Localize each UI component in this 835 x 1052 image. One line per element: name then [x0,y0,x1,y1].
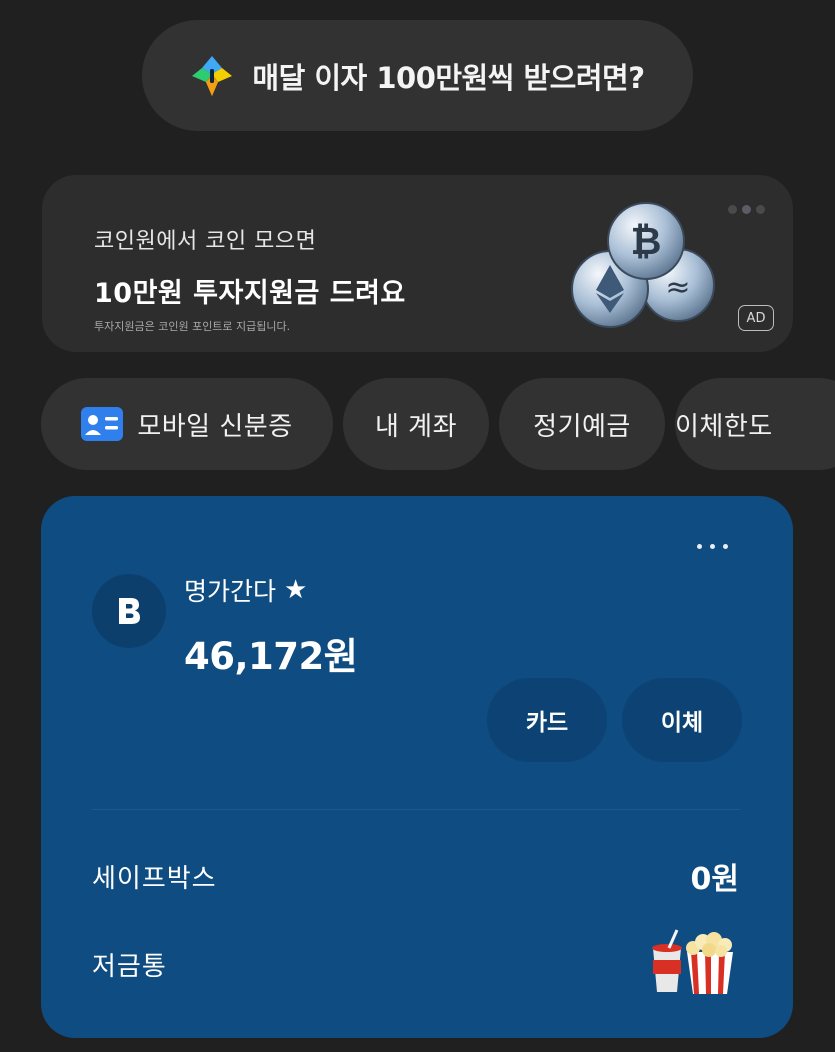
safebox-value: 0원 [690,862,739,897]
chip-my-account[interactable]: 내 계좌 [343,378,489,470]
star-icon[interactable]: ★ [284,575,307,605]
piggybank-label[interactable]: 저금통 [92,946,167,983]
transfer-button[interactable]: 이체 [622,678,742,762]
svg-text:≈: ≈ [665,270,690,305]
crypto-coins-image: ≈ ₿ [571,202,715,328]
ad-disclaimer: 투자지원금은 코인원 포인트로 지급됩니다. [94,320,291,333]
chip-transfer-limit[interactable]: 이체한도 [675,378,835,470]
coinone-ad-banner[interactable]: 코인원에서 코인 모으면 10만원 투자지원금 드려요 투자지원금은 코인원 포… [42,175,793,352]
bank-logo [92,574,166,648]
chip-label: 모바일 신분증 [137,411,293,442]
chip-label: 내 계좌 [374,411,458,442]
svg-text:₿: ₿ [631,219,662,263]
account-name: 명가간다 ★ [184,572,307,608]
ad-badge: AD [738,305,774,331]
carousel-dot [728,205,737,214]
ad-title: 10만원 투자지원금 드려요 [94,278,406,309]
interest-promo-banner[interactable]: 매달 이자 100만원씩 받으려면? [142,20,693,131]
chip-label: 정기예금 [533,411,631,442]
sparkle-icon [192,55,233,96]
account-card[interactable]: 명가간다 ★ 46,172원 카드 이체 세이프박스 0원 저금통 [41,496,793,1038]
card-button[interactable]: 카드 [487,678,607,762]
ad-subtitle: 코인원에서 코인 모으면 [94,229,317,254]
id-card-icon [81,407,124,441]
account-balance: 46,172원 [184,635,358,678]
carousel-dot [756,205,765,214]
chip-mobile-id[interactable]: 모바일 신분증 [41,378,333,470]
carousel-dots [728,205,765,214]
chip-fixed-deposit[interactable]: 정기예금 [499,378,665,470]
account-name-text: 명가간다 [184,577,277,606]
promo-text: 매달 이자 100만원씩 받으려면? [252,60,645,95]
home-screen: 매달 이자 100만원씩 받으려면? 코인원에서 코인 모으면 10만원 투자지… [0,0,835,1052]
more-options-icon[interactable] [697,544,737,560]
divider [92,809,740,810]
safebox-label[interactable]: 세이프박스 [92,858,217,895]
bank-logo-icon [119,598,140,624]
chip-label: 이체한도 [675,411,773,442]
carousel-dot-active [742,205,751,214]
popcorn-drink-icon [652,929,733,994]
